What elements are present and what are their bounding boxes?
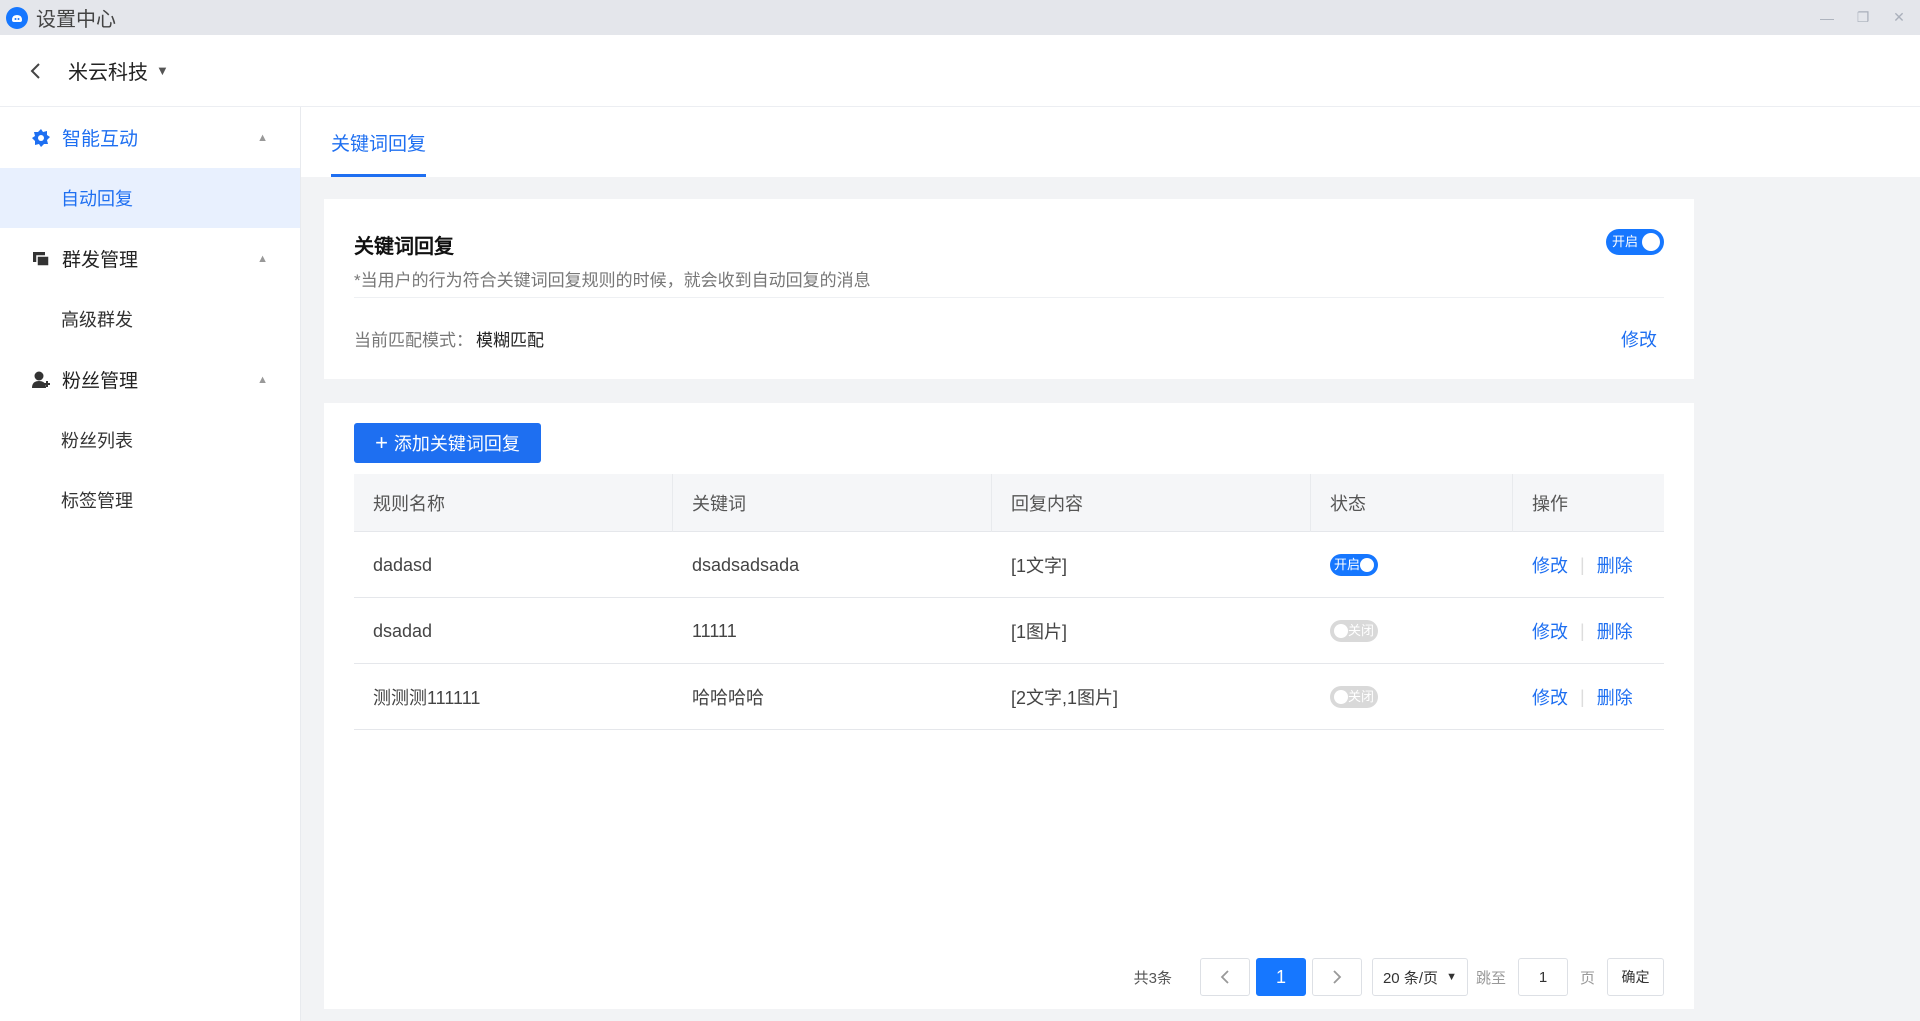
jump-label: 跳至 <box>1475 969 1506 987</box>
rule-keyword: dsadsadsada <box>692 554 800 575</box>
tab-bar: 关键词回复 <box>301 107 1920 177</box>
toggle-label: 关闭 <box>1347 623 1374 638</box>
rules-card: + 添加关键词回复 规则名称 关键词 回复内容 状态 操作 dadasd dsa… <box>324 403 1694 1009</box>
caret-down-icon: ▼ <box>1446 971 1457 983</box>
sidebar-item-auto-reply[interactable]: 自动回复 <box>0 168 300 228</box>
table-row: dadasd dsadsadsada [1文字] 开启 修改 | 删除 <box>354 532 1664 598</box>
chevron-right-icon <box>1333 970 1342 984</box>
column-header-status: 状态 <box>1311 474 1513 532</box>
rule-name: 测测测111111 <box>373 688 481 708</box>
sidebar-group-label: 群发管理 <box>62 250 139 271</box>
column-header-keyword: 关键词 <box>673 474 992 532</box>
total-count: 共3条 <box>1133 969 1172 987</box>
chevron-left-icon <box>30 62 40 79</box>
page-button-current[interactable]: 1 <box>1255 958 1306 996</box>
caret-up-icon: ▲ <box>257 131 268 144</box>
jump-page-input[interactable] <box>1517 958 1568 996</box>
delete-rule-link[interactable]: 删除 <box>1597 618 1633 644</box>
sidebar-group-fans[interactable]: 粉丝管理 ▲ <box>0 349 300 410</box>
sidebar-group-label: 粉丝管理 <box>62 371 139 392</box>
rule-content: [1图片] <box>1011 622 1068 642</box>
keyword-reply-settings-card: 关键词回复 *当用户的行为符合关键词回复规则的时候，就会收到自动回复的消息 开启… <box>324 199 1694 379</box>
page-size-value: 20 条/页 <box>1382 969 1438 987</box>
table-row: 测测测111111 哈哈哈哈 [2文字,1图片] 关闭 修改 | 删除 <box>354 664 1664 730</box>
keyword-reply-toggle[interactable]: 开启 <box>1606 229 1664 255</box>
column-header-name: 规则名称 <box>354 474 673 532</box>
page-size-select[interactable]: 20 条/页 ▼ <box>1371 958 1468 996</box>
toggle-label: 开启 <box>1334 557 1361 572</box>
confirm-jump-button[interactable]: 确定 <box>1607 958 1664 996</box>
add-button-label: 添加关键词回复 <box>393 434 520 454</box>
card-title: 关键词回复 <box>354 236 454 258</box>
separator: | <box>1580 686 1585 707</box>
company-name[interactable]: 米云科技 <box>68 56 148 85</box>
rule-keyword: 11111 <box>692 620 737 641</box>
table-header: 规则名称 关键词 回复内容 状态 操作 <box>354 474 1664 532</box>
column-header-actions: 操作 <box>1532 494 1568 514</box>
window-controls: — ❐ ✕ <box>1820 0 1906 35</box>
caret-down-icon[interactable]: ▼ <box>156 63 169 78</box>
user-icon <box>30 369 52 391</box>
prev-page-button[interactable] <box>1199 958 1250 996</box>
sidebar-item-advanced-broadcast[interactable]: 高级群发 <box>0 289 300 349</box>
next-page-button[interactable] <box>1311 958 1362 996</box>
gear-icon <box>30 127 52 149</box>
modify-match-mode-link[interactable]: 修改 <box>1621 326 1657 352</box>
rule-content: [2文字,1图片] <box>1011 688 1119 708</box>
rule-content: [1文字] <box>1011 556 1068 576</box>
delete-rule-link[interactable]: 删除 <box>1597 684 1633 710</box>
rule-status-toggle[interactable]: 关闭 <box>1330 686 1378 708</box>
rule-name: dadasd <box>373 554 433 575</box>
toggle-label: 开启 <box>1612 234 1639 249</box>
toggle-knob <box>1360 558 1374 572</box>
rules-table: 规则名称 关键词 回复内容 状态 操作 dadasd dsadsadsada [… <box>354 474 1664 730</box>
pagination: 共3条 1 20 条/页 ▼ 跳至 页 确定 <box>1134 958 1664 996</box>
sidebar-group-smart-interaction[interactable]: 智能互动 ▲ <box>0 107 300 168</box>
page-unit-label: 页 <box>1579 969 1595 987</box>
add-keyword-reply-button[interactable]: + 添加关键词回复 <box>354 423 541 463</box>
rule-status-toggle[interactable]: 开启 <box>1330 554 1378 576</box>
tab-keyword-reply[interactable]: 关键词回复 <box>331 107 427 177</box>
plus-icon: + <box>375 430 388 455</box>
column-header-content: 回复内容 <box>992 474 1311 532</box>
app-header: 米云科技 ▼ <box>0 35 1920 107</box>
delete-rule-link[interactable]: 删除 <box>1597 552 1633 578</box>
toggle-knob <box>1334 690 1348 704</box>
title-bar: 设置中心 — ❐ ✕ <box>0 0 1920 35</box>
separator: | <box>1580 554 1585 575</box>
toggle-knob <box>1334 624 1348 638</box>
match-mode-label: 当前匹配模式： <box>354 331 473 350</box>
caret-up-icon: ▲ <box>257 373 268 386</box>
card-description: *当用户的行为符合关键词回复规则的时候，就会收到自动回复的消息 <box>354 271 871 290</box>
caret-up-icon: ▲ <box>257 252 268 265</box>
minimize-icon[interactable]: — <box>1820 10 1834 26</box>
close-icon[interactable]: ✕ <box>1892 9 1906 26</box>
separator: | <box>1580 620 1585 641</box>
window-title: 设置中心 <box>36 9 116 31</box>
toggle-knob <box>1642 233 1660 251</box>
table-row: dsadad 11111 [1图片] 关闭 修改 | 删除 <box>354 598 1664 664</box>
sidebar-group-broadcast[interactable]: 群发管理 ▲ <box>0 228 300 289</box>
toggle-label: 关闭 <box>1347 689 1374 704</box>
sidebar-item-fan-list[interactable]: 粉丝列表 <box>0 410 300 470</box>
edit-rule-link[interactable]: 修改 <box>1532 618 1568 644</box>
rule-name: dsadad <box>373 620 433 641</box>
rule-keyword: 哈哈哈哈 <box>692 688 764 708</box>
edit-rule-link[interactable]: 修改 <box>1532 552 1568 578</box>
restore-icon[interactable]: ❐ <box>1856 9 1870 26</box>
edit-rule-link[interactable]: 修改 <box>1532 684 1568 710</box>
divider <box>354 297 1664 298</box>
sidebar-item-tag-management[interactable]: 标签管理 <box>0 470 300 530</box>
chevron-left-icon <box>1220 970 1229 984</box>
sidebar-group-label: 智能互动 <box>62 129 139 150</box>
app-logo-icon <box>6 6 28 29</box>
back-button[interactable] <box>26 61 46 81</box>
match-mode-value: 模糊匹配 <box>476 331 544 350</box>
rule-status-toggle[interactable]: 关闭 <box>1330 620 1378 642</box>
broadcast-icon <box>30 248 52 270</box>
sidebar: 智能互动 ▲ 自动回复 群发管理 ▲ 高级群发 粉丝管理 ▲ 粉丝列表 标签管理 <box>0 107 301 1021</box>
